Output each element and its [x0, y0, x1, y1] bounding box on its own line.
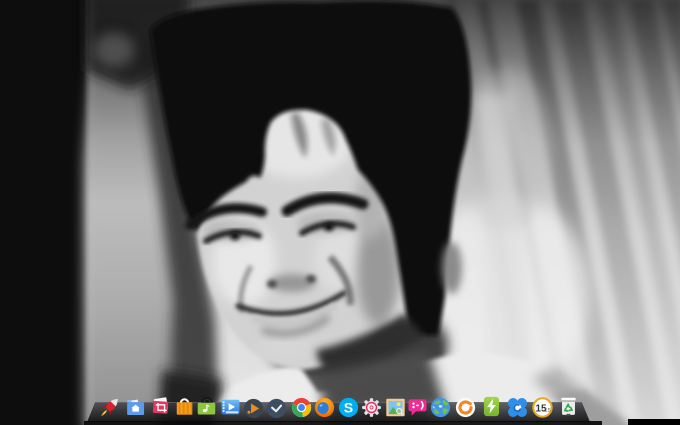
svg-text:15: 15: [544, 408, 550, 414]
svg-text:S: S: [343, 400, 352, 416]
